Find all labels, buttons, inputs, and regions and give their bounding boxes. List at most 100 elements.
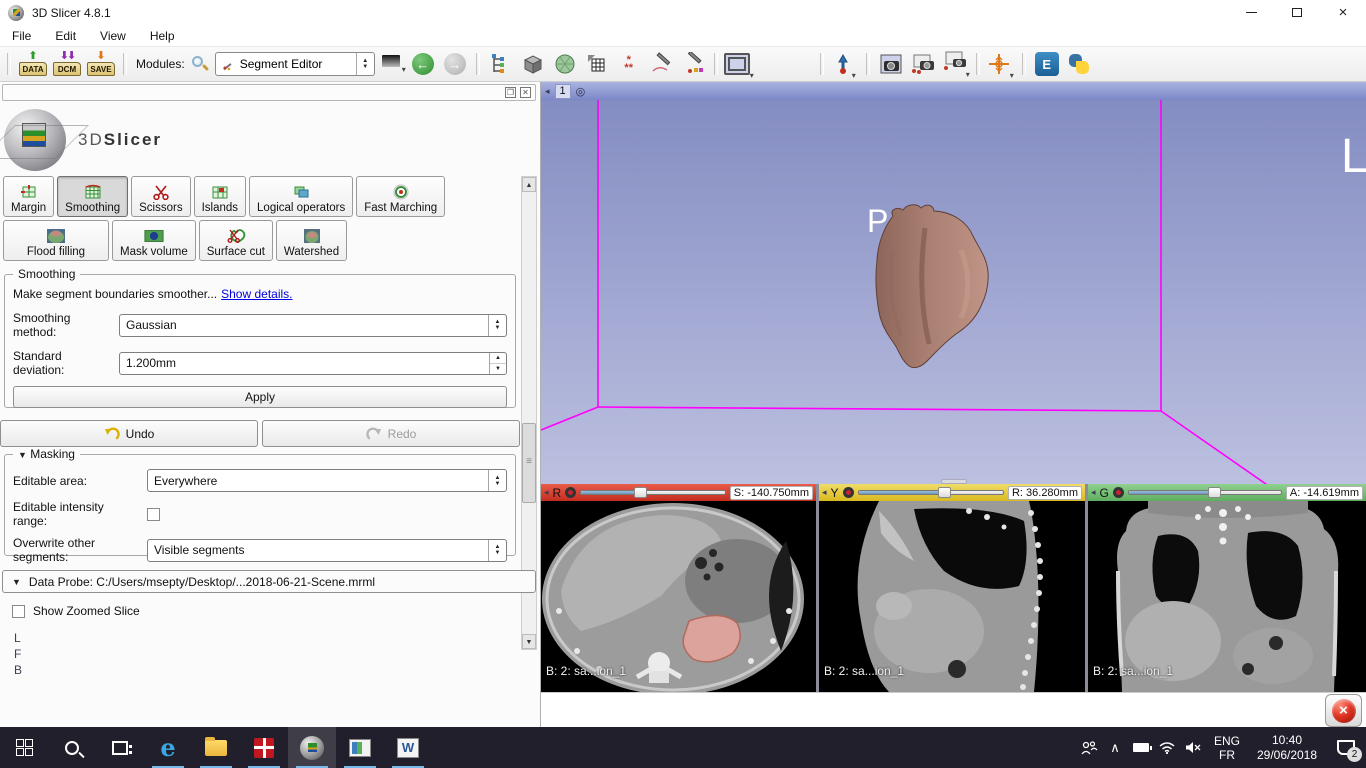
red-slice-controller-bar[interactable]: ◂ R S: -140.750mm xyxy=(541,484,816,501)
annotation-ruler-button[interactable] xyxy=(646,49,676,79)
taskbar-search-button[interactable] xyxy=(48,727,96,768)
taskbar-file-explorer-button[interactable] xyxy=(192,727,240,768)
pin-icon[interactable]: ◂ xyxy=(822,488,827,497)
screenshot-button[interactable] xyxy=(876,49,906,79)
red-slice-viewport[interactable]: B: 2: sa...ion_1 xyxy=(541,501,816,692)
scene-views-button[interactable] xyxy=(908,49,938,79)
taskbar-word-button[interactable]: W xyxy=(384,727,432,768)
effect-button-flood-filling[interactable]: Flood filling xyxy=(3,220,109,261)
maximize-button[interactable] xyxy=(1274,0,1320,25)
show-details-link[interactable]: Show details. xyxy=(221,287,292,301)
green-slice-viewport[interactable]: B: 2: sa...ion_1 xyxy=(1088,501,1366,692)
module-back-button[interactable]: ← xyxy=(408,49,438,79)
language-indicator[interactable]: ENG FR xyxy=(1206,734,1248,762)
effect-button-smoothing[interactable]: Smoothing xyxy=(57,176,128,217)
pin-icon[interactable]: ◂ xyxy=(1091,488,1096,497)
volume-muted-icon[interactable] xyxy=(1180,727,1206,768)
menu-view[interactable]: View xyxy=(88,26,138,46)
undock-panel-icon[interactable]: ❐ xyxy=(505,87,516,98)
overwrite-segments-combobox[interactable]: Visible segments ▲▼ xyxy=(147,539,507,562)
menu-edit[interactable]: Edit xyxy=(43,26,88,46)
crosshair-button[interactable]: ▾ xyxy=(986,49,1016,79)
slice-visibility-icon[interactable] xyxy=(1113,487,1124,498)
volume-module-button[interactable] xyxy=(518,49,548,79)
green-slice-view[interactable]: ◂ G A: -14.619mm xyxy=(1088,484,1366,692)
close-button[interactable]: × xyxy=(1320,0,1366,25)
smoothing-method-combobox[interactable]: Gaussian ▲▼ xyxy=(119,314,507,337)
task-view-button[interactable] xyxy=(96,727,144,768)
pin-icon[interactable]: ◂ xyxy=(544,488,549,497)
menu-file[interactable]: File xyxy=(0,26,43,46)
extensions-manager-button[interactable]: E xyxy=(1032,49,1062,79)
effect-button-scissors[interactable]: Scissors xyxy=(131,176,190,217)
module-history-button[interactable]: ▾ xyxy=(376,49,406,79)
intensity-range-checkbox[interactable] xyxy=(147,508,160,521)
effect-button-surface-cut[interactable]: Surface cut xyxy=(199,220,273,261)
wifi-icon[interactable] xyxy=(1154,727,1180,768)
threed-view-controller-bar[interactable]: ◂ 1 ◎ xyxy=(541,82,1366,100)
apply-button[interactable]: Apply xyxy=(13,386,507,408)
battery-icon[interactable] xyxy=(1128,727,1154,768)
yellow-slice-viewport[interactable]: B: 2: sa...ion_1 xyxy=(819,501,1085,692)
taskbar-table-app-button[interactable] xyxy=(336,727,384,768)
effect-button-watershed[interactable]: Watershed xyxy=(276,220,347,261)
action-center-button[interactable]: 2 xyxy=(1326,727,1366,768)
threed-viewport[interactable]: P L xyxy=(541,100,1366,484)
people-tray-icon[interactable] xyxy=(1076,727,1102,768)
models-module-button[interactable] xyxy=(550,49,580,79)
volume-rendering-button[interactable] xyxy=(582,49,612,79)
effect-button-margin[interactable]: Margin xyxy=(3,176,54,217)
overlay-close-button[interactable]: × xyxy=(1325,694,1362,727)
minimize-button[interactable] xyxy=(1228,0,1274,25)
show-zoomed-slice-checkbox[interactable] xyxy=(12,605,25,618)
stddev-spin-buttons[interactable]: ▲▼ xyxy=(489,353,506,374)
layout-selector-button[interactable]: ▾ xyxy=(724,49,754,79)
data-probe-collapsible[interactable]: ▼ Data Probe: C:/Users/msepty/Desktop/..… xyxy=(2,570,536,593)
red-slice-view[interactable]: ◂ R S: -140.750mm xyxy=(541,484,816,692)
clock-indicator[interactable]: 10:40 29/06/2018 xyxy=(1248,733,1326,763)
module-selector-combobox[interactable]: Segment Editor ▲▼ xyxy=(215,52,375,76)
scrollbar-thumb[interactable] xyxy=(522,423,536,503)
slice-visibility-icon[interactable] xyxy=(565,487,576,498)
taskbar-gift-app-button[interactable] xyxy=(240,727,288,768)
view-crosshair-icon[interactable]: ◎ xyxy=(576,85,586,98)
effect-button-logical-operators[interactable]: Logical operators xyxy=(249,176,353,217)
python-console-button[interactable] xyxy=(1064,49,1094,79)
taskbar-slicer-button[interactable] xyxy=(288,727,336,768)
scene-view-restore-button[interactable]: ▾ xyxy=(940,49,970,79)
slice-visibility-icon[interactable] xyxy=(843,487,854,498)
yellow-slice-controller-bar[interactable]: ◂ Y R: 36.280mm xyxy=(819,484,1085,501)
load-data-button[interactable]: ⬆ DATA xyxy=(17,49,49,79)
markups-button[interactable]: *** xyxy=(614,49,644,79)
masking-group-title[interactable]: ▼ Masking xyxy=(13,447,80,461)
mouse-mode-button[interactable]: ▾ xyxy=(830,49,860,79)
subject-hierarchy-button[interactable] xyxy=(486,49,516,79)
module-combo-arrows[interactable]: ▲▼ xyxy=(356,53,374,75)
pin-icon[interactable]: ◂ xyxy=(545,87,550,96)
close-panel-icon[interactable]: ✕ xyxy=(520,87,531,98)
tray-chevron-up-icon[interactable]: ∧ xyxy=(1102,727,1128,768)
taskbar-edge-button[interactable]: e xyxy=(144,727,192,768)
editable-area-combobox[interactable]: Everywhere ▲▼ xyxy=(147,469,507,492)
yellow-slice-view[interactable]: ◂ Y R: 36.280mm xyxy=(819,484,1085,692)
module-forward-button[interactable]: → xyxy=(440,49,470,79)
effect-button-mask-volume[interactable]: Mask volume xyxy=(112,220,196,261)
start-button[interactable] xyxy=(0,727,48,768)
stddev-spinbox[interactable]: 1.200mm ▲▼ xyxy=(119,352,507,375)
effect-button-fast-marching[interactable]: Fast Marching xyxy=(356,176,445,217)
menu-help[interactable]: Help xyxy=(138,26,187,46)
save-button[interactable]: ⬇ SAVE xyxy=(85,49,117,79)
load-dicom-button[interactable]: ⬇⬇ DCM xyxy=(51,49,83,79)
green-slice-controller-bar[interactable]: ◂ G A: -14.619mm xyxy=(1088,484,1366,501)
green-slice-slider[interactable] xyxy=(1128,487,1282,498)
redo-button[interactable]: Redo xyxy=(262,420,520,447)
annotation-list-button[interactable] xyxy=(678,49,708,79)
yellow-slice-slider[interactable] xyxy=(858,487,1004,498)
threed-view[interactable]: ◂ 1 ◎ xyxy=(541,82,1366,484)
scroll-down-arrow[interactable]: ▼ xyxy=(522,634,536,649)
module-search-icon[interactable] xyxy=(191,55,209,73)
undo-button[interactable]: Undo xyxy=(0,420,258,447)
scroll-up-arrow[interactable]: ▲ xyxy=(522,177,536,192)
red-slice-slider[interactable] xyxy=(580,487,726,498)
effect-button-islands[interactable]: Islands xyxy=(194,176,246,217)
